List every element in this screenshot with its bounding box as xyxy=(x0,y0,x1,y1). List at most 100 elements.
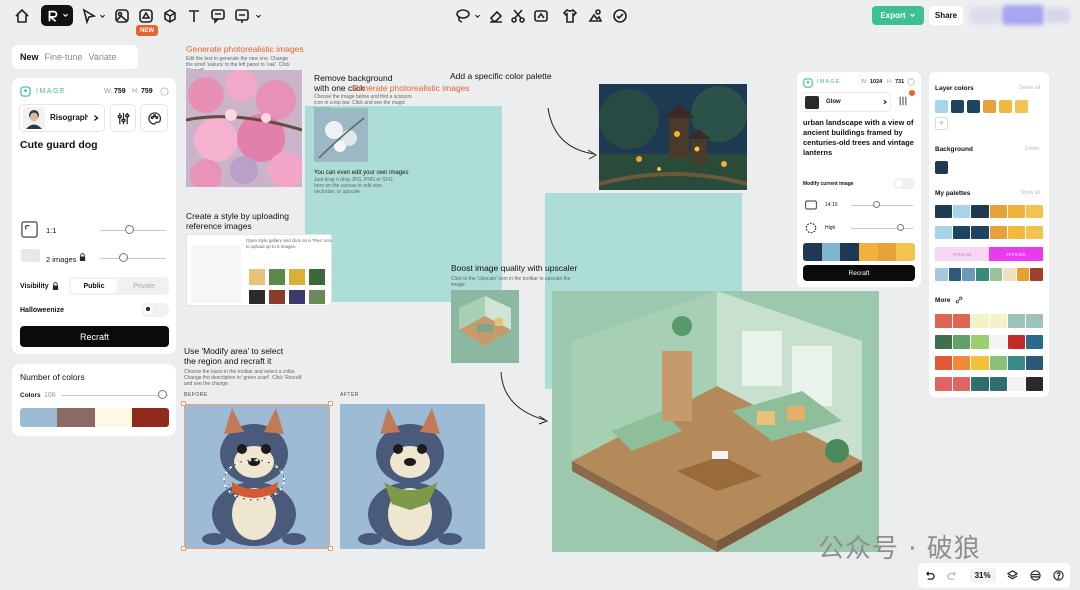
export-button[interactable]: Export xyxy=(872,6,924,25)
palette-swatch[interactable] xyxy=(20,408,58,427)
link-icon[interactable] xyxy=(955,296,963,304)
prompt-textarea[interactable]: urban landscape with a view of ancient b… xyxy=(803,118,915,158)
palette-swatch[interactable] xyxy=(803,243,822,261)
share-button[interactable]: Share xyxy=(929,6,963,25)
room-upscaled-image[interactable] xyxy=(552,291,879,552)
aspect-ratio-icon[interactable] xyxy=(805,199,817,211)
show-all-link[interactable]: Show all xyxy=(1021,190,1040,196)
suggested-palette[interactable] xyxy=(935,335,1044,349)
color-chip[interactable] xyxy=(1015,100,1028,113)
resize-handle[interactable] xyxy=(328,546,333,551)
scissors-icon[interactable] xyxy=(509,7,527,25)
palette-swatch[interactable] xyxy=(131,408,169,427)
suggested-palette[interactable] xyxy=(935,314,1044,328)
room-small-image[interactable] xyxy=(451,290,519,363)
resize-handle[interactable] xyxy=(181,401,186,406)
color-chip[interactable] xyxy=(967,100,980,113)
palette-swatch[interactable] xyxy=(896,243,915,261)
modify-current-toggle[interactable] xyxy=(893,178,915,189)
height-value[interactable]: 731 xyxy=(895,79,904,85)
sakura-image[interactable] xyxy=(186,70,302,187)
style-selector[interactable]: Glow xyxy=(801,92,891,112)
halloweenize-toggle[interactable]: ☻ xyxy=(141,303,169,317)
style-gallery-preview[interactable]: Open style gallery and click on a 'Plus'… xyxy=(186,234,332,306)
frame-tool-icon[interactable] xyxy=(233,7,251,25)
layers-icon[interactable] xyxy=(1007,570,1019,581)
tab-variate[interactable]: Variate xyxy=(89,52,117,62)
quality-slider[interactable] xyxy=(897,224,904,231)
community-icon[interactable] xyxy=(1030,570,1041,581)
comment-icon[interactable] xyxy=(209,7,227,25)
sliders-icon[interactable] xyxy=(898,96,908,106)
palette-swatch[interactable] xyxy=(859,243,878,261)
chevron-down-icon[interactable] xyxy=(472,7,482,25)
recraft-logo-menu[interactable] xyxy=(41,5,73,26)
eraser-icon[interactable] xyxy=(487,7,505,25)
mockup-shirt-icon[interactable] xyxy=(561,7,579,25)
color-palette-button[interactable] xyxy=(140,104,168,132)
palette-swatch[interactable] xyxy=(821,243,841,261)
vector-generate-icon[interactable] xyxy=(137,7,155,25)
resize-handle[interactable] xyxy=(328,401,333,406)
lock-ratio-icon[interactable] xyxy=(907,78,915,86)
delete-background-link[interactable]: Delete xyxy=(1025,146,1039,152)
suggested-palette[interactable] xyxy=(935,377,1044,391)
colors-slider[interactable] xyxy=(158,390,167,399)
help-icon[interactable] xyxy=(1053,570,1064,581)
upgrade-button-blurred[interactable] xyxy=(1002,5,1044,25)
dog-after-image[interactable] xyxy=(340,404,485,549)
palette-swatch[interactable] xyxy=(57,408,95,427)
image-count-slider[interactable] xyxy=(119,253,128,262)
mockup-icon[interactable] xyxy=(161,7,179,25)
generate-similar-icon[interactable] xyxy=(586,7,604,25)
image-generate-icon[interactable] xyxy=(113,7,131,25)
style-selector[interactable]: Risograph xyxy=(19,104,105,132)
prompt-textarea[interactable]: Cute guard dog xyxy=(20,139,98,151)
text-tool-icon[interactable] xyxy=(185,7,203,25)
saved-palette[interactable]: #F53A3B #EF3AEE xyxy=(935,247,1043,261)
recraft-button[interactable]: Recraft xyxy=(803,265,915,281)
undo-icon[interactable] xyxy=(924,570,935,581)
visibility-public[interactable]: Public xyxy=(71,279,117,293)
select-arrow-icon[interactable] xyxy=(80,7,98,25)
home-icon[interactable] xyxy=(13,7,31,25)
redo-icon[interactable] xyxy=(947,570,958,581)
lock-ratio-icon[interactable] xyxy=(160,87,169,96)
fantasy-town-image[interactable] xyxy=(599,84,747,190)
flower-image[interactable] xyxy=(314,108,368,162)
width-value[interactable]: 1024 xyxy=(870,79,882,85)
upscale-icon[interactable] xyxy=(532,7,550,25)
aspect-ratio-icon[interactable] xyxy=(21,221,38,238)
chevron-down-icon[interactable] xyxy=(253,7,263,25)
saved-palette[interactable] xyxy=(935,205,1044,218)
delete-all-link[interactable]: Delete all xyxy=(1019,85,1040,91)
aspect-ratio-slider[interactable] xyxy=(873,201,880,208)
tab-fine-tune[interactable]: Fine-tune xyxy=(45,52,83,62)
style-settings-button[interactable] xyxy=(110,104,136,132)
lasso-icon[interactable] xyxy=(454,7,472,25)
zoom-level[interactable]: 31% xyxy=(969,568,996,583)
height-value[interactable]: 759 xyxy=(141,88,153,95)
visibility-private[interactable]: Private xyxy=(121,279,167,293)
user-avatar-blurred[interactable] xyxy=(1046,8,1070,23)
recraft-button[interactable]: Recraft xyxy=(20,326,169,347)
palette-swatch[interactable] xyxy=(877,243,897,261)
magic-icon[interactable] xyxy=(611,7,629,25)
color-chip[interactable] xyxy=(951,100,964,113)
add-color-button[interactable]: + xyxy=(935,117,948,130)
saved-palette[interactable] xyxy=(935,268,1043,281)
suggested-palette[interactable] xyxy=(935,356,1044,370)
resize-handle[interactable] xyxy=(181,546,186,551)
color-chip[interactable] xyxy=(983,100,996,113)
width-value[interactable]: 759 xyxy=(114,88,126,95)
color-chip[interactable] xyxy=(999,100,1012,113)
color-chip[interactable] xyxy=(935,100,948,113)
tab-new[interactable]: New xyxy=(20,52,39,62)
background-color-chip[interactable] xyxy=(935,161,948,174)
aspect-ratio-slider[interactable] xyxy=(125,225,134,234)
palette-swatch[interactable] xyxy=(840,243,860,261)
saved-palette[interactable] xyxy=(935,226,1044,239)
chevron-down-icon[interactable] xyxy=(97,7,107,25)
palette-swatch[interactable] xyxy=(94,408,132,427)
image-type-label: IMAGE xyxy=(817,79,841,85)
